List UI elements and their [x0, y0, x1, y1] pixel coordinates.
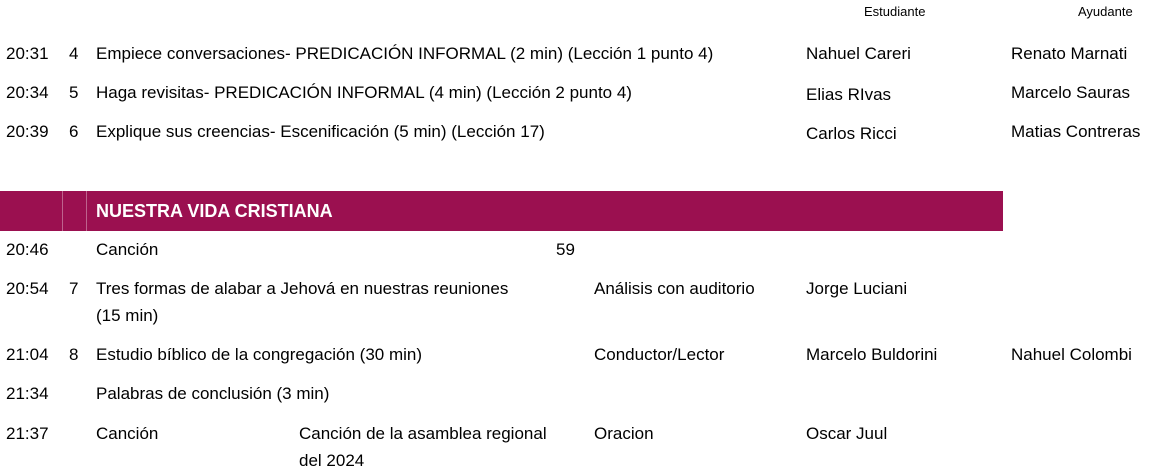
row-time: 21:37 [6, 424, 49, 443]
row-helper: Matias Contreras [1011, 122, 1141, 141]
row-song-title: Canción de la asamblea regional [299, 424, 547, 443]
row-assistant: Nahuel Colombi [1011, 345, 1132, 364]
row-role: Análisis con auditorio [594, 279, 755, 298]
row-assignee: Oscar Juul [806, 424, 888, 443]
row-number: 4 [69, 44, 79, 63]
row-student: Carlos Ricci [806, 124, 897, 143]
row-title: Canción [96, 424, 159, 443]
row-title: Empiece conversaciones- PREDICACIÓN INFO… [96, 44, 714, 63]
row-assignee: Jorge Luciani [806, 279, 908, 298]
row-time: 20:39 [6, 122, 49, 141]
row-time: 21:04 [6, 345, 49, 364]
row-time: 20:34 [6, 83, 49, 102]
row-title: Estudio bíblico de la congregación (30 m… [96, 345, 423, 364]
row-title: Explique sus creencias- Escenificación (… [96, 122, 545, 141]
row-song-title-continued: del 2024 [299, 451, 365, 470]
band-divider [86, 191, 87, 231]
row-role: Oracion [594, 424, 654, 443]
row-helper: Renato Marnati [1011, 44, 1128, 63]
band-divider [62, 191, 63, 231]
row-student: Nahuel Careri [806, 44, 911, 63]
row-time: 20:46 [6, 240, 49, 259]
row-time: 20:54 [6, 279, 49, 298]
row-title: Canción [96, 240, 159, 259]
section-title: NUESTRA VIDA CRISTIANA [96, 201, 333, 221]
row-number: 5 [69, 83, 79, 102]
row-time: 21:34 [6, 384, 49, 403]
row-time: 20:31 [6, 44, 49, 63]
header-ayudante: Ayudante [1078, 4, 1133, 19]
row-student: Elias RIvas [806, 85, 892, 104]
row-title: Palabras de conclusión (3 min) [96, 384, 330, 403]
row-number: 7 [69, 279, 79, 298]
row-title-continued: (15 min) [96, 306, 159, 325]
row-number: 8 [69, 345, 79, 364]
row-title: Tres formas de alabar a Jehová en nuestr… [96, 279, 509, 298]
row-title: Haga revisitas- PREDICACIÓN INFORMAL (4 … [96, 83, 632, 102]
section-header-band: NUESTRA VIDA CRISTIANA [0, 191, 1003, 231]
row-assignee: Marcelo Buldorini [806, 345, 938, 364]
row-song-number: 59 [556, 240, 575, 259]
header-estudiante: Estudiante [864, 4, 926, 19]
row-role: Conductor/Lector [594, 345, 725, 364]
row-number: 6 [69, 122, 79, 141]
row-helper: Marcelo Sauras [1011, 83, 1131, 102]
